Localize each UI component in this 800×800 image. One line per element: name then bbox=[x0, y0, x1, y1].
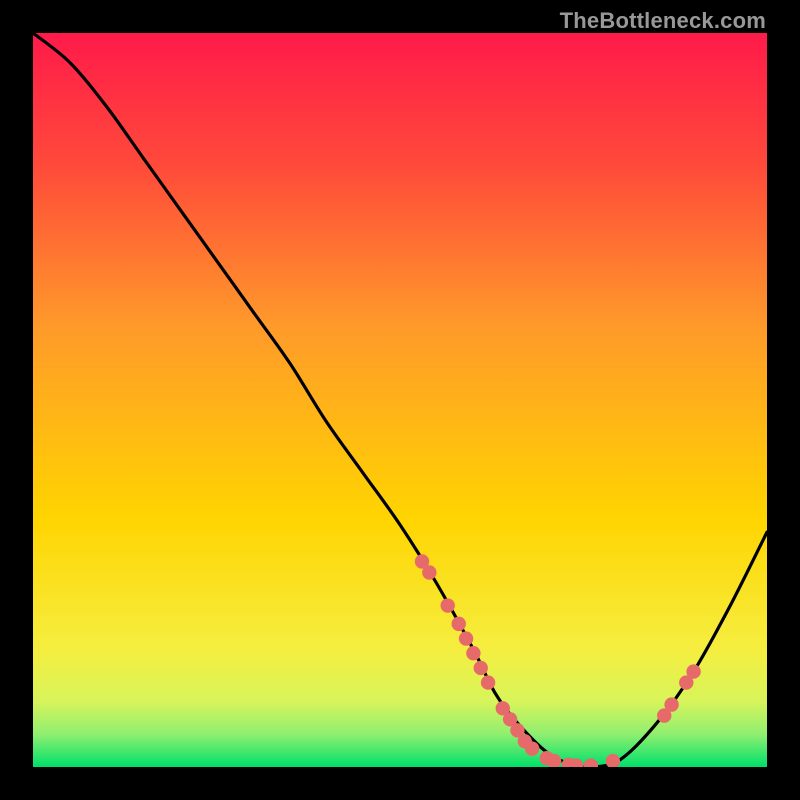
bottleneck-plot bbox=[33, 33, 767, 767]
highlight-dot bbox=[441, 598, 455, 612]
highlight-dot bbox=[525, 741, 539, 755]
highlight-dot bbox=[459, 631, 473, 645]
watermark-text: TheBottleneck.com bbox=[560, 8, 766, 34]
highlight-dot bbox=[466, 646, 480, 660]
chart-frame bbox=[33, 33, 767, 767]
highlight-dot bbox=[686, 664, 700, 678]
highlight-dot bbox=[452, 617, 466, 631]
highlight-dot bbox=[474, 661, 488, 675]
gradient-background bbox=[33, 33, 767, 767]
highlight-dot bbox=[481, 675, 495, 689]
highlight-dot bbox=[422, 565, 436, 579]
highlight-dot bbox=[664, 697, 678, 711]
